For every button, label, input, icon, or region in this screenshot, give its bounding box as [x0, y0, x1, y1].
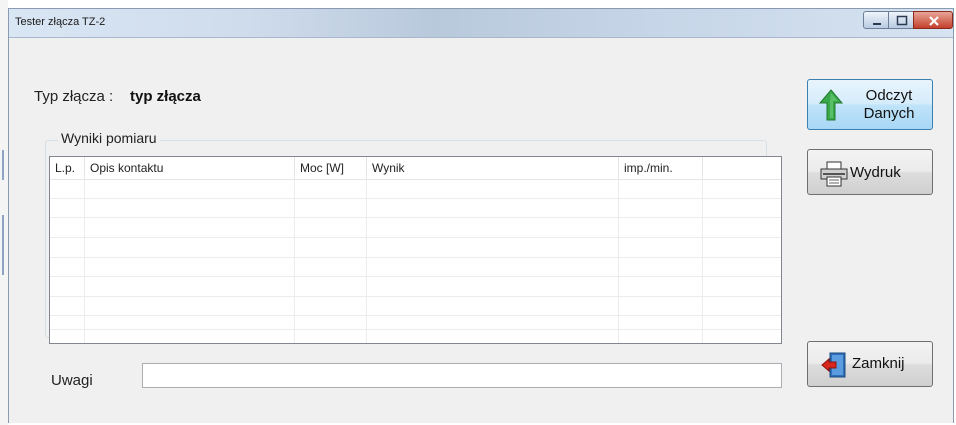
green-up-arrow-icon	[818, 89, 844, 121]
read-data-label: Odczyt Danych	[863, 87, 915, 122]
column-header-imp[interactable]: imp./min.	[619, 157, 703, 179]
close-label: Zamknij	[852, 355, 905, 372]
table-row	[50, 315, 781, 316]
table-row	[50, 198, 781, 199]
table-row	[50, 329, 781, 330]
minimize-button[interactable]	[863, 11, 889, 29]
notes-input[interactable]	[142, 363, 782, 388]
print-button[interactable]: Wydruk	[807, 149, 933, 195]
print-label: Wydruk	[850, 164, 901, 181]
maximize-button[interactable]	[888, 11, 914, 29]
connector-type-value: typ złącza	[130, 88, 201, 105]
table-header: L.p. Opis kontaktu Moc [W] Wynik imp./mi…	[50, 157, 781, 180]
app-window: Tester złącza TZ-2 Typ złącza : typ złąc…	[8, 8, 954, 423]
client-area: Typ złącza : typ złącza Wyniki pomiaru L…	[9, 38, 953, 423]
table-row	[50, 237, 781, 238]
printer-icon	[820, 161, 848, 187]
background-edge	[0, 0, 8, 425]
read-data-button[interactable]: Odczyt Danych	[807, 79, 933, 130]
results-table[interactable]: L.p. Opis kontaktu Moc [W] Wynik imp./mi…	[49, 156, 782, 344]
column-header-lp[interactable]: L.p.	[50, 157, 85, 179]
table-row	[50, 257, 781, 258]
table-row	[50, 276, 781, 277]
column-header-opis[interactable]: Opis kontaktu	[85, 157, 295, 179]
close-button[interactable]: Zamknij	[807, 341, 933, 387]
column-header-extra[interactable]	[703, 157, 781, 179]
window-title: Tester złącza TZ-2	[15, 16, 106, 28]
column-header-moc[interactable]: Moc [W]	[295, 157, 367, 179]
results-group-title: Wyniki pomiaru	[58, 130, 160, 146]
table-row	[50, 296, 781, 297]
connector-type-label: Typ złącza :	[34, 88, 114, 105]
column-header-wynik[interactable]: Wynik	[367, 157, 619, 179]
exit-door-icon	[821, 352, 846, 378]
title-bar: Tester złącza TZ-2	[9, 9, 953, 38]
table-row	[50, 217, 781, 218]
notes-label: Uwagi	[51, 372, 93, 389]
close-icon	[929, 16, 939, 26]
maximize-icon	[896, 15, 908, 26]
window-close-button[interactable]	[913, 11, 953, 29]
minimize-icon	[873, 23, 881, 25]
